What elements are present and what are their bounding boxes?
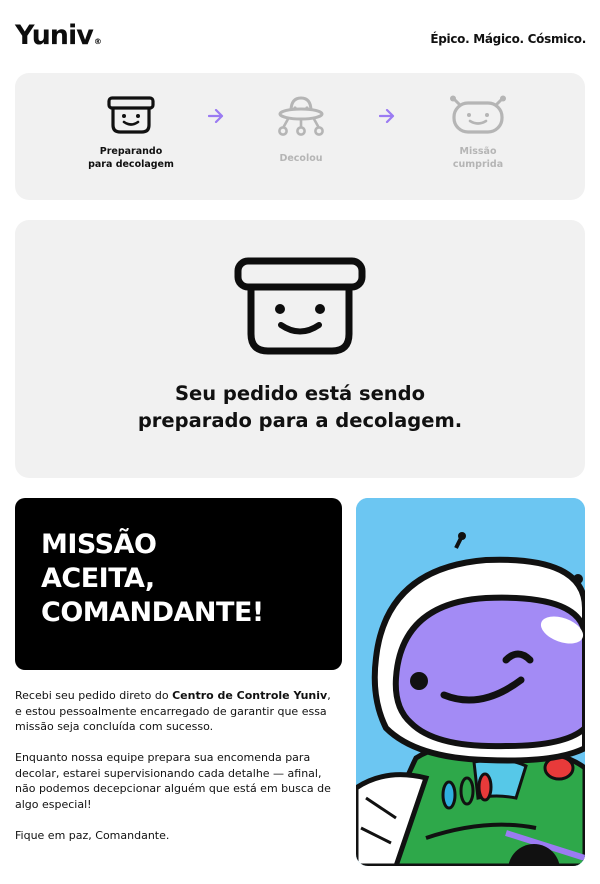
status-line-2: preparado para a decolagem. [137,409,463,432]
step-mission-complete: Missão cumprida [418,95,538,171]
registered-mark: ® [93,37,102,46]
arrow-right-icon [208,109,224,123]
message-text: Recebi seu pedido direto do [15,689,173,702]
message-paragraph: Recebi seu pedido direto do Centro de Co… [15,688,340,735]
step-label: Decolou [279,153,323,164]
status-line-1: Seu pedido está sendo [174,382,426,405]
astronaut-illustration [356,498,585,866]
message-paragraph: Enquanto nossa equipe prepara sua encome… [15,751,331,811]
box-face-icon [107,96,155,134]
ufo-icon [278,96,324,136]
progress-tracker: Preparando para decolagem Decolou Missão… [15,73,585,200]
control-center-name: Centro de Controle Yuniv [172,689,328,702]
mission-title-line: ACEITA, [41,563,155,594]
mission-title-line: COMANDANTE! [41,597,264,628]
alien-face-icon [450,95,506,134]
box-face-icon [234,257,366,355]
message-body: Recebi seu pedido direto do Centro de Co… [15,688,340,859]
mission-title: MISSÃO ACEITA, COMANDANTE! [41,528,264,630]
astronaut-character-icon [356,498,585,866]
header: Yuniv® Épico. Mágico. Cósmico. [15,20,586,52]
tagline: Épico. Mágico. Cósmico. [430,32,586,46]
step-label: Preparando para decolagem [88,146,174,170]
logo-text: Yuniv [15,20,94,51]
mission-title-line: MISSÃO [41,529,157,560]
step-label: Missão cumprida [452,146,504,170]
order-status-card: Seu pedido está sendo preparado para a d… [15,220,585,478]
arrow-right-icon [379,109,395,123]
mission-banner: MISSÃO ACEITA, COMANDANTE! [15,498,342,670]
message-paragraph: Fique em paz, Comandante. [15,828,170,842]
step-preparing: Preparando para decolagem [71,95,191,171]
brand-logo[interactable]: Yuniv® [15,20,102,52]
status-message: Seu pedido está sendo preparado para a d… [15,380,585,434]
step-launched: Decolou [241,95,361,165]
